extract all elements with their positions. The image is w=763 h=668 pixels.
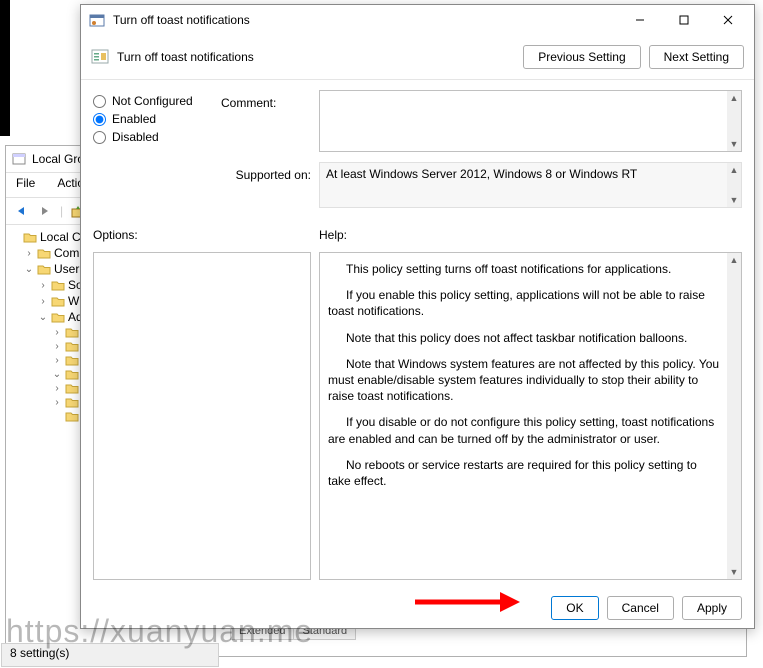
help-paragraph: Note that Windows system features are no…: [328, 356, 721, 405]
dialog-title-icon: [89, 12, 105, 28]
scroll-up-icon[interactable]: ▲: [730, 253, 739, 267]
scroll-down-icon[interactable]: ▼: [730, 193, 739, 207]
expander-icon[interactable]: ›: [24, 248, 34, 259]
expander-icon[interactable]: ⌄: [38, 312, 48, 323]
help-paragraph: If you enable this policy setting, appli…: [328, 287, 721, 319]
menu-file[interactable]: File: [12, 175, 39, 195]
folder-icon: [37, 247, 51, 259]
left-black-strip: [0, 0, 10, 136]
comment-label: Comment:: [221, 90, 311, 152]
help-paragraph: If you disable or do not configure this …: [328, 414, 721, 446]
folder-icon: [37, 263, 51, 275]
folder-icon: [65, 382, 79, 394]
folder-icon: [65, 326, 79, 338]
folder-icon: [65, 410, 79, 422]
expander-icon[interactable]: ›: [38, 296, 48, 307]
scroll-down-icon[interactable]: ▼: [730, 137, 739, 151]
help-panel: This policy setting turns off toast noti…: [319, 252, 742, 580]
expander-icon[interactable]: ›: [52, 341, 62, 352]
cancel-button[interactable]: Cancel: [607, 596, 674, 620]
policy-setting-icon: [91, 48, 109, 66]
supported-on-label: Supported on:: [221, 162, 311, 208]
radio-not-configured-label: Not Configured: [112, 94, 193, 108]
supported-scrollbar[interactable]: ▲▼: [727, 163, 741, 207]
help-scrollbar[interactable]: ▲▼: [727, 253, 741, 579]
gpedit-title: Local Gro: [32, 152, 84, 166]
help-paragraph: This policy setting turns off toast noti…: [328, 261, 721, 277]
gpedit-statusbar: 8 setting(s): [1, 643, 219, 667]
expander-icon[interactable]: ⌄: [24, 264, 34, 275]
dialog-header-title: Turn off toast notifications: [117, 50, 254, 64]
help-paragraph: Note that this policy does not affect ta…: [328, 330, 721, 346]
folder-icon: [65, 368, 79, 380]
help-label: Help:: [319, 228, 742, 242]
scroll-up-icon[interactable]: ▲: [730, 163, 739, 177]
folder-icon: [51, 295, 65, 307]
options-label: Options:: [93, 228, 311, 242]
policy-icon: [12, 152, 26, 166]
expander-icon[interactable]: ›: [52, 355, 62, 366]
radio-enabled-label: Enabled: [112, 112, 156, 126]
radio-disabled-label: Disabled: [112, 130, 159, 144]
radio-not-configured[interactable]: Not Configured: [93, 94, 213, 108]
maximize-button[interactable]: [666, 6, 702, 34]
ok-button[interactable]: OK: [551, 596, 598, 620]
back-button[interactable]: [12, 202, 30, 220]
radio-enabled[interactable]: Enabled: [93, 112, 213, 126]
options-panel: [93, 252, 311, 580]
dialog-title: Turn off toast notifications: [113, 13, 250, 27]
folder-icon: [23, 231, 37, 243]
folder-icon: [65, 354, 79, 366]
help-paragraph: No reboots or service restarts are requi…: [328, 457, 721, 489]
folder-icon: [65, 396, 79, 408]
previous-setting-button[interactable]: Previous Setting: [523, 45, 640, 69]
expander-icon[interactable]: ›: [52, 383, 62, 394]
radio-disabled[interactable]: Disabled: [93, 130, 213, 144]
supported-on-value: At least Windows Server 2012, Windows 8 …: [319, 162, 742, 208]
toolbar-sep: |: [60, 204, 63, 218]
expander-icon[interactable]: ⌄: [52, 369, 62, 380]
comment-textbox[interactable]: ▲▼: [319, 90, 742, 152]
dialog-header: Turn off toast notifications Previous Se…: [81, 35, 754, 80]
folder-icon: [51, 279, 65, 291]
policy-dialog: Turn off toast notifications Turn off to…: [80, 4, 755, 629]
policy-state-radios: Not Configured Enabled Disabled: [93, 90, 213, 218]
expander-icon[interactable]: ›: [52, 397, 62, 408]
apply-button[interactable]: Apply: [682, 596, 742, 620]
expander-icon[interactable]: ›: [52, 327, 62, 338]
expander-icon[interactable]: ›: [38, 280, 48, 291]
dialog-footer: OK Cancel Apply: [81, 588, 754, 628]
next-setting-button[interactable]: Next Setting: [649, 45, 744, 69]
minimize-button[interactable]: [622, 6, 658, 34]
comment-scrollbar[interactable]: ▲▼: [727, 91, 741, 151]
scroll-down-icon[interactable]: ▼: [730, 565, 739, 579]
supported-on-text: At least Windows Server 2012, Windows 8 …: [326, 167, 637, 181]
forward-button[interactable]: [36, 202, 54, 220]
dialog-titlebar[interactable]: Turn off toast notifications: [81, 5, 754, 35]
folder-icon: [65, 340, 79, 352]
close-button[interactable]: [710, 6, 746, 34]
scroll-up-icon[interactable]: ▲: [730, 91, 739, 105]
dialog-body: Not Configured Enabled Disabled Comment:…: [81, 80, 754, 588]
folder-icon: [51, 311, 65, 323]
